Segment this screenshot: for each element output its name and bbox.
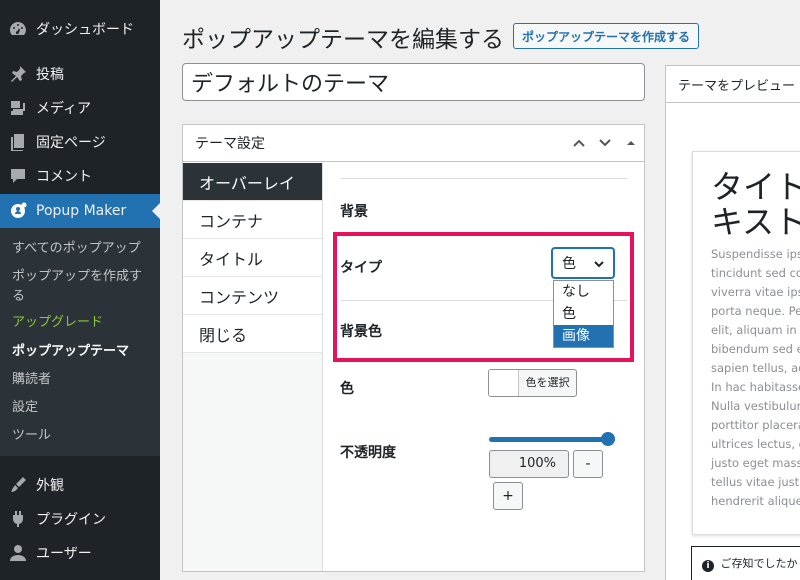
create-theme-button[interactable]: ポップアップテーマを作成する [513,23,700,49]
tab-container[interactable]: コンテナ [183,201,322,239]
submenu-upgrade[interactable]: アップグレード [12,313,152,333]
info-icon: i [702,560,714,572]
theme-preview-panel: テーマをプレビュー タイト キスト Suspendisse ips tincid… [665,65,800,580]
opacity-increase-button[interactable]: + [493,482,523,510]
sidebar-item-label: 外観 [36,478,64,494]
sidebar-item-label: ユーザー [36,546,92,562]
pages-icon [0,132,36,152]
opacity-slider[interactable] [489,431,615,449]
submenu-subscribers[interactable]: 購読者 [12,370,152,390]
color-picker-label: 色を選択 [525,376,570,389]
sidebar-item-popup-maker[interactable]: Popup Maker [0,194,160,228]
slider-track [489,437,615,442]
sidebar-item-label: 固定ページ [36,135,106,151]
sidebar-item-dashboard[interactable]: ダッシュボード [0,12,160,46]
select-value: 色 [562,256,576,272]
option-none[interactable]: なし [554,281,613,303]
comment-icon [0,166,36,186]
sidebar-item-pages[interactable]: 固定ページ [0,125,160,159]
toggle-panel-button[interactable] [618,130,644,156]
settings-tabs: オーバーレイ コンテナ タイトル コンテンツ 閉じる [183,163,323,571]
submenu-create-popup[interactable]: ポップアップを作成する [12,267,152,307]
preview-popup-title: タイト キスト [711,168,800,241]
page-title: ポップアップテーマを編集する [182,27,504,53]
move-down-button[interactable] [592,130,618,156]
sidebar-item-label: コメント [36,169,92,185]
color-picker-button[interactable]: 色を選択 [488,369,577,397]
sidebar-item-label: ダッシュボード [36,22,134,38]
user-icon [0,543,36,563]
submenu-settings[interactable]: 設定 [12,398,152,418]
color-label: 色 [340,381,354,397]
sidebar-item-label: プラグイン [36,512,106,528]
tab-content[interactable]: コンテンツ [183,277,322,315]
sidebar-item-media[interactable]: メディア [0,91,160,125]
opacity-value-field[interactable]: 100% [489,450,569,478]
preview-popup-content: Suspendisse ips tincidunt sed co viverra… [711,247,800,508]
overlay-settings: 背景 タイプ 色 背景色 色 色を選択 不透明度 100% - + なし 色 画… [323,163,644,571]
caret-up-icon [627,141,635,145]
preview-popup: タイト キスト Suspendisse ips tincidunt sed co… [692,151,800,535]
sidebar-item-label: 投稿 [36,67,64,83]
background-type-select[interactable]: 色 [552,248,614,278]
tab-close[interactable]: 閉じる [183,315,322,353]
popup-maker-icon [0,201,36,221]
sidebar-item-appearance[interactable]: 外観 [0,468,160,502]
sidebar-item-users[interactable]: ユーザー [0,536,160,570]
sidebar-item-label: Popup Maker [36,203,127,219]
tab-overlay[interactable]: オーバーレイ [183,163,322,201]
color-swatch [489,370,519,396]
notice-box: i ご存知でしたか [691,546,800,580]
notice-text: ご存知でしたか [720,557,798,570]
panel-title: テーマ設定 [195,136,265,152]
slider-thumb[interactable] [601,432,615,446]
sidebar-item-plugins[interactable]: プラグイン [0,502,160,536]
option-color[interactable]: 色 [554,303,613,325]
move-up-button[interactable] [566,130,592,156]
chevron-down-icon [599,139,611,147]
opacity-label: 不透明度 [340,445,396,461]
sidebar-item-comments[interactable]: コメント [0,159,160,193]
type-label: タイプ [340,260,382,276]
dashboard-icon [0,19,36,39]
chevron-up-icon [573,139,585,147]
chevron-down-icon [593,258,605,270]
preview-header: テーマをプレビュー [666,66,800,103]
theme-settings-header: テーマ設定 [183,125,644,162]
background-color-label: 背景色 [340,324,382,340]
popup-maker-submenu: すべてのポップアップ ポップアップを作成する アップグレード ポップアップテーマ… [0,228,160,456]
background-heading: 背景 [340,204,368,220]
submenu-tools[interactable]: ツール [12,426,152,446]
pin-icon [0,64,36,84]
theme-title-input[interactable] [182,63,645,101]
option-image[interactable]: 画像 [554,325,613,347]
submenu-popup-themes[interactable]: ポップアップテーマ [12,342,152,362]
tab-title[interactable]: タイトル [183,239,322,277]
submenu-all-popups[interactable]: すべてのポップアップ [12,239,152,259]
plugin-icon [0,509,36,529]
sidebar-item-posts[interactable]: 投稿 [0,57,160,91]
appearance-icon [0,475,36,495]
background-type-dropdown: なし 色 画像 [553,280,614,348]
theme-settings-panel: テーマ設定 オーバーレイ コンテナ タイトル コンテンツ 閉じる 背景 タイプ … [182,124,645,572]
divider [341,178,627,179]
opacity-decrease-button[interactable]: - [573,450,603,478]
sidebar-item-label: メディア [36,101,92,117]
admin-sidebar: ダッシュボード 投稿 メディア 固定ページ コメント Popup Maker す… [0,0,160,580]
media-icon [0,98,36,118]
